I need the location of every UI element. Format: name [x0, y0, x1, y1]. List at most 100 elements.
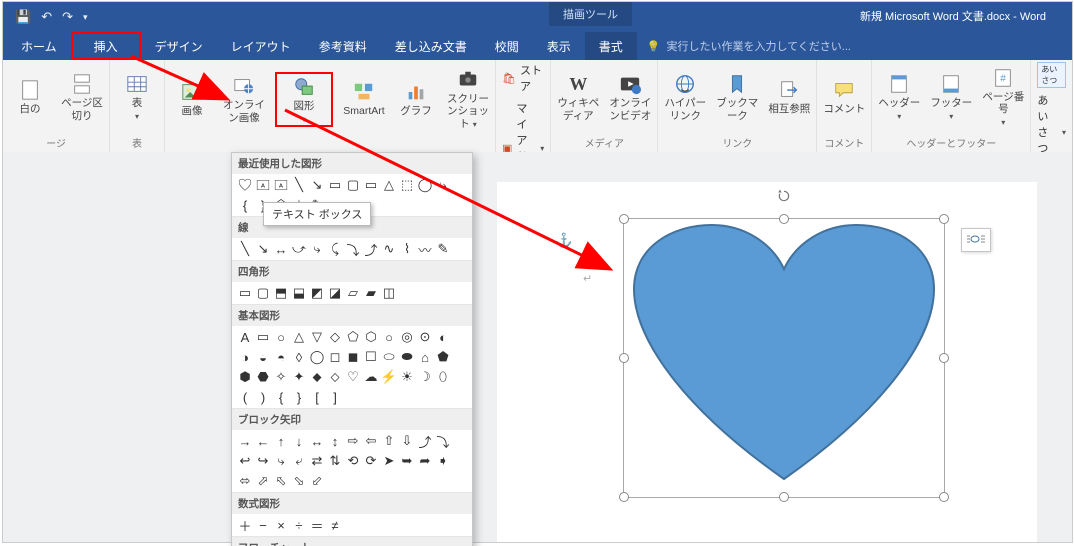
shape-brace-l[interactable]: { — [236, 196, 254, 214]
shape-block-23[interactable]: ➧ — [434, 452, 452, 470]
shape-block-9[interactable]: ⇩ — [398, 432, 416, 450]
shape-basic-16[interactable]: ◯ — [308, 348, 326, 366]
shape-line2[interactable]: ↘ — [254, 240, 272, 258]
shape-block-5[interactable]: ↕ — [326, 432, 344, 450]
shape-block-18[interactable]: ⟲ — [344, 452, 362, 470]
comment-button[interactable]: コメント — [823, 79, 865, 115]
shape-block-16[interactable]: ⇄ — [308, 452, 326, 470]
shape-basic-29[interactable]: ⬦ — [326, 368, 344, 386]
tab-view[interactable]: 表示 — [533, 32, 585, 60]
save-icon[interactable]: 💾 — [15, 9, 31, 25]
shape-basic-7[interactable]: ⬡ — [362, 328, 380, 346]
tab-mailings[interactable]: 差し込み文書 — [381, 32, 481, 60]
heart-shape[interactable] — [624, 219, 944, 497]
shape-block-21[interactable]: ➥ — [398, 452, 416, 470]
shape-neq[interactable]: ≠ — [326, 516, 344, 534]
shape-r3[interactable]: ⬒ — [272, 284, 290, 302]
resize-handle-nw[interactable] — [619, 214, 629, 224]
tab-format[interactable]: 書式 — [585, 32, 637, 60]
shape-basic-20[interactable]: ⬭ — [380, 348, 398, 366]
shape-line8[interactable]: ⤴ — [362, 240, 380, 258]
shape-rect[interactable]: ▭ — [326, 176, 344, 194]
shape-block-28[interactable]: ⬃ — [308, 472, 326, 490]
shape-line4[interactable]: ⤻ — [290, 240, 308, 258]
shape-basic-10[interactable]: ⊙ — [416, 328, 434, 346]
shape-block-19[interactable]: ⟳ — [362, 452, 380, 470]
shape-block-11[interactable]: ⤵ — [434, 432, 452, 450]
shape-basic-37[interactable]: ) — [254, 388, 272, 406]
online-video-button[interactable]: オンラインビデオ — [609, 73, 651, 121]
shape-basic-15[interactable]: ◊ — [290, 348, 308, 366]
resize-handle-s[interactable] — [779, 492, 789, 502]
shape-block-2[interactable]: ↑ — [272, 432, 290, 450]
shape-block-7[interactable]: ⇦ — [362, 432, 380, 450]
shape-line12[interactable]: ✎ — [434, 240, 452, 258]
shape-heart[interactable] — [236, 176, 254, 194]
shape-basic-32[interactable]: ⚡ — [380, 368, 398, 386]
shape-mult[interactable]: × — [272, 516, 290, 534]
tab-design[interactable]: デザイン — [141, 32, 217, 60]
shape-basic-5[interactable]: ◇ — [326, 328, 344, 346]
shape-basic-30[interactable]: ♡ — [344, 368, 362, 386]
shape-basic-0[interactable]: A — [236, 328, 254, 346]
shape-basic-22[interactable]: ⌂ — [416, 348, 434, 366]
shape-block-4[interactable]: ↔ — [308, 432, 326, 450]
wikipedia-button[interactable]: W ウィキペディア — [557, 73, 599, 121]
shape-block-25[interactable]: ⬀ — [254, 472, 272, 490]
shape-basic-11[interactable]: ◐ — [434, 328, 452, 346]
shape-block-12[interactable]: ↩ — [236, 452, 254, 470]
shape-line-arrow[interactable]: ↘ — [308, 176, 326, 194]
resize-handle-w[interactable] — [619, 353, 629, 363]
rotation-handle[interactable] — [777, 189, 791, 203]
tab-review[interactable]: 校閲 — [481, 32, 533, 60]
shape-connector[interactable]: ⤷ — [434, 176, 452, 194]
shape-basic-36[interactable]: ( — [236, 388, 254, 406]
shape-triangle[interactable]: △ — [380, 176, 398, 194]
shape-block-1[interactable]: ← — [254, 432, 272, 450]
page-break-button[interactable]: ページ区切り — [61, 73, 103, 121]
table-button[interactable]: 表▾ — [116, 73, 158, 121]
bookmark-button[interactable]: ブックマーク — [716, 73, 758, 121]
resize-handle-ne[interactable] — [939, 214, 949, 224]
shape-basic-26[interactable]: ✧ — [272, 368, 290, 386]
shape-r9[interactable]: ◫ — [380, 284, 398, 302]
shape-block-6[interactable]: ⇨ — [344, 432, 362, 450]
shape-r6[interactable]: ◪ — [326, 284, 344, 302]
shape-basic-39[interactable]: } — [290, 388, 308, 406]
shape-basic-4[interactable]: ▽ — [308, 328, 326, 346]
greeting-button[interactable]: あいさつ — [1037, 62, 1066, 88]
shape-line1[interactable]: ╲ — [236, 240, 254, 258]
shape-basic-35[interactable]: ⬯ — [434, 368, 452, 386]
shape-basic-28[interactable]: ⬥ — [308, 368, 326, 386]
crossref-button[interactable]: 相互参照 — [768, 79, 810, 115]
pagenum-button[interactable]: # ページ番号▾ — [982, 67, 1024, 127]
shape-block-0[interactable]: → — [236, 432, 254, 450]
shape-block-26[interactable]: ⬁ — [272, 472, 290, 490]
tell-me-box[interactable]: 💡 実行したい作業を入力してください... — [637, 32, 861, 60]
header-button[interactable]: ヘッダー▾ — [878, 73, 920, 121]
shape-rect2[interactable]: ▭ — [362, 176, 380, 194]
shape-basic-19[interactable]: ☐ — [362, 348, 380, 366]
shape-basic-12[interactable]: ◑ — [236, 348, 254, 366]
shape-block-15[interactable]: ⤶ — [290, 452, 308, 470]
shape-r1[interactable]: ▭ — [236, 284, 254, 302]
shape-line11[interactable]: 〰 — [416, 240, 434, 258]
shape-line5[interactable]: ⤷ — [308, 240, 326, 258]
shape-basic-34[interactable]: ☽ — [416, 368, 434, 386]
shape-block-20[interactable]: ➤ — [380, 452, 398, 470]
online-pictures-button[interactable]: オンライン画像 — [223, 75, 265, 123]
shape-block-14[interactable]: ⤷ — [272, 452, 290, 470]
resize-handle-n[interactable] — [779, 214, 789, 224]
shape-plus[interactable]: ＋ — [236, 516, 254, 534]
cover-page-button[interactable]: 白の — [9, 79, 51, 115]
shape-basic-6[interactable]: ⬠ — [344, 328, 362, 346]
shapes-button[interactable]: 図形▾ — [283, 76, 325, 124]
shape-eq[interactable]: ＝ — [308, 516, 326, 534]
shape-block-22[interactable]: ➦ — [416, 452, 434, 470]
picture-button[interactable]: 画像 — [171, 81, 213, 117]
shape-r2[interactable]: ▢ — [254, 284, 272, 302]
shape-div[interactable]: ÷ — [290, 516, 308, 534]
shape-textbox[interactable]: A — [254, 176, 272, 194]
shape-line3[interactable]: ↔ — [272, 240, 290, 258]
tab-insert[interactable]: 挿入 — [71, 32, 141, 60]
